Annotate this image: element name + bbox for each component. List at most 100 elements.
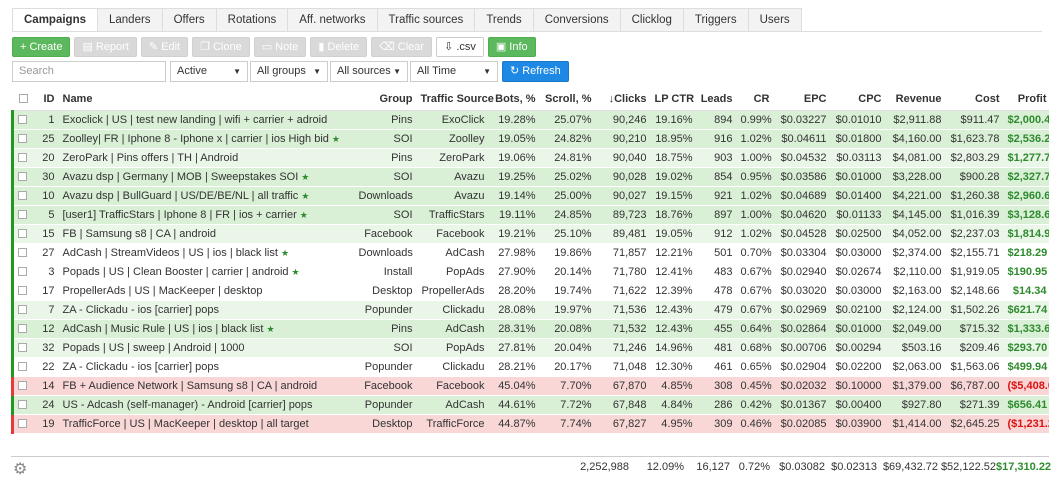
- select-all-checkbox[interactable]: [12, 88, 35, 111]
- col-leads[interactable]: Leads: [696, 88, 737, 111]
- table-row[interactable]: 15 FB | Samsung s8 | CA | android Facebook…: [11, 224, 1049, 244]
- refresh-button[interactable]: ↻ Refresh: [502, 61, 569, 82]
- col-group[interactable]: Group: [354, 88, 417, 111]
- tab-conversions[interactable]: Conversions: [532, 8, 620, 32]
- row-checkbox[interactable]: [11, 281, 35, 301]
- row-checkbox[interactable]: [11, 167, 35, 187]
- search-input[interactable]: Search: [12, 61, 166, 82]
- cell-name: Popads | US | sweep | Android | 1000: [58, 338, 355, 358]
- tab-clicklog[interactable]: Clicklog: [619, 8, 683, 32]
- table-row[interactable]: 27 AdCash | StreamVideos | US | ios | bla…: [11, 243, 1049, 263]
- table-row[interactable]: 24 US - Adcash (self-manager) - Android […: [11, 395, 1049, 415]
- clone-button[interactable]: ❐ Clone: [192, 37, 250, 57]
- table-row[interactable]: 32 Popads | US | sweep | Android | 1000 SO…: [11, 338, 1049, 358]
- tab-traffic-sources[interactable]: Traffic sources: [376, 8, 475, 32]
- tab-rotations[interactable]: Rotations: [215, 8, 288, 32]
- tab-triggers[interactable]: Triggers: [682, 8, 748, 32]
- col-cost[interactable]: Cost: [945, 88, 1004, 111]
- table-row[interactable]: 22 ZA - Clickadu - ios [carrier] pops Popu…: [11, 357, 1049, 377]
- info-button[interactable]: ▣ Info: [487, 37, 536, 57]
- tab-landers[interactable]: Landers: [97, 8, 162, 32]
- row-checkbox[interactable]: [11, 338, 35, 358]
- table-row[interactable]: 20 ZeroPark | Pins offers | TH | Android P…: [11, 148, 1049, 168]
- table-row[interactable]: 17 PropellerAds | US | MacKeeper | deskto…: [11, 281, 1049, 301]
- cell-epc: $0.01367: [773, 395, 831, 415]
- clear-button[interactable]: ⌫ Clear: [371, 37, 433, 57]
- col-name[interactable]: Name: [58, 88, 355, 111]
- checkbox[interactable]: [18, 210, 27, 220]
- time-select[interactable]: All Time ▼: [410, 61, 498, 82]
- table-row[interactable]: 1 Exoclick | US | test new landing | wifi…: [11, 110, 1049, 130]
- row-checkbox[interactable]: [11, 110, 35, 130]
- checkbox[interactable]: [18, 229, 27, 239]
- edit-button[interactable]: ✎ Edit: [140, 37, 189, 57]
- tab-offers[interactable]: Offers: [161, 8, 216, 32]
- row-checkbox[interactable]: [11, 376, 35, 396]
- note-button[interactable]: ▭ Note: [253, 37, 307, 57]
- checkbox[interactable]: [18, 343, 27, 353]
- row-checkbox[interactable]: [11, 186, 35, 206]
- cell-bots: 28.08%: [488, 300, 540, 320]
- row-checkbox[interactable]: [11, 357, 35, 377]
- cell-bots: 27.81%: [488, 338, 540, 358]
- create-button[interactable]: + Create: [12, 37, 71, 57]
- table-row[interactable]: 3 Popads | US | Clean Booster | carrier |…: [11, 262, 1049, 282]
- col-scroll[interactable]: Scroll, %: [539, 88, 596, 111]
- star-icon: ★: [301, 171, 310, 182]
- table-row[interactable]: 7 ZA - Clickadu - ios [carrier] pops Popun…: [11, 300, 1049, 320]
- row-checkbox[interactable]: [11, 395, 35, 415]
- checkbox[interactable]: [18, 153, 27, 163]
- checkbox[interactable]: [18, 381, 27, 391]
- col-cpc[interactable]: CPC: [830, 88, 886, 111]
- col-cr[interactable]: CR: [736, 88, 774, 111]
- row-checkbox[interactable]: [11, 205, 35, 225]
- table-row[interactable]: 5 [user1] TrafficStars | Iphone 8 | FR | …: [11, 205, 1049, 225]
- checkbox[interactable]: [18, 305, 27, 315]
- checkbox[interactable]: [18, 324, 27, 334]
- checkbox[interactable]: [18, 191, 27, 201]
- table-row[interactable]: 10 Avazu dsp | BullGuard | US/DE/BE/NL | …: [11, 186, 1049, 206]
- row-checkbox[interactable]: [11, 300, 35, 320]
- col-clicks[interactable]: ↓Clicks: [595, 88, 651, 111]
- checkbox[interactable]: [18, 362, 27, 372]
- row-checkbox[interactable]: [11, 243, 35, 263]
- status-select[interactable]: Active ▼: [170, 61, 248, 82]
- table-row[interactable]: 14 FB + Audience Network | Samsung s8 | C…: [11, 376, 1049, 396]
- col-epc[interactable]: EPC: [773, 88, 831, 111]
- row-checkbox[interactable]: [11, 414, 35, 434]
- checkbox[interactable]: [18, 115, 27, 125]
- tab-aff-networks[interactable]: Aff. networks: [287, 8, 377, 32]
- csv-button[interactable]: ⇩ .csv: [436, 37, 484, 57]
- checkbox[interactable]: [18, 134, 27, 144]
- checkbox[interactable]: [18, 419, 27, 429]
- row-checkbox[interactable]: [11, 319, 35, 339]
- delete-button[interactable]: ▮ Delete: [310, 37, 368, 57]
- row-checkbox[interactable]: [11, 262, 35, 282]
- group-select[interactable]: All groups ▼: [250, 61, 328, 82]
- col-bots[interactable]: Bots, %: [488, 88, 540, 111]
- col-revenue[interactable]: Revenue: [885, 88, 946, 111]
- table-row[interactable]: 19 TrafficForce | US | MacKeeper | deskto…: [11, 414, 1049, 434]
- tab-users[interactable]: Users: [747, 8, 802, 32]
- checkbox[interactable]: [18, 267, 27, 277]
- tab-trends[interactable]: Trends: [474, 8, 533, 32]
- chevron-down-icon: ▼: [313, 67, 321, 76]
- gear-icon[interactable]: ⚙: [13, 459, 27, 479]
- checkbox[interactable]: [18, 400, 27, 410]
- row-checkbox[interactable]: [11, 224, 35, 244]
- col-profit[interactable]: Profit: [1003, 88, 1049, 111]
- table-row[interactable]: 25 Zoolley| FR | Iphone 8 - Iphone x | ca…: [11, 129, 1049, 149]
- table-row[interactable]: 12 AdCash | Music Rule | US | ios | black…: [11, 319, 1049, 339]
- row-checkbox[interactable]: [11, 129, 35, 149]
- col-traffic-source[interactable]: Traffic Source: [416, 88, 494, 111]
- checkbox[interactable]: [18, 248, 27, 258]
- report-button[interactable]: ▤ Report: [74, 37, 137, 57]
- tab-campaigns[interactable]: Campaigns: [12, 8, 97, 32]
- col-id[interactable]: ID: [34, 88, 59, 111]
- checkbox[interactable]: [18, 286, 27, 296]
- source-select[interactable]: All sources ▼: [330, 61, 408, 82]
- row-checkbox[interactable]: [11, 148, 35, 168]
- checkbox[interactable]: [18, 172, 27, 182]
- table-row[interactable]: 30 Avazu dsp | Germany | MOB | Sweepstake…: [11, 167, 1049, 187]
- col-lp-ctr[interactable]: LP CTR: [650, 88, 697, 111]
